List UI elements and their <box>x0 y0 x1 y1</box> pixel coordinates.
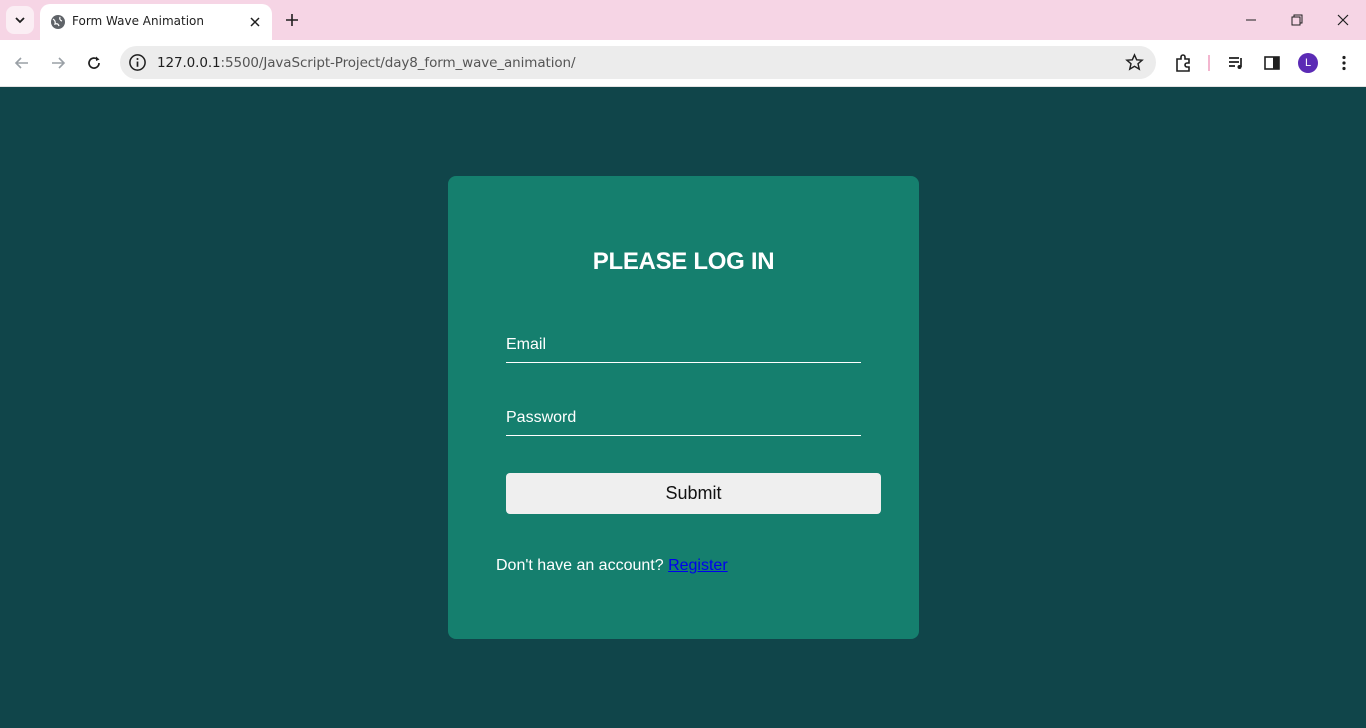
menu-button[interactable] <box>1333 52 1355 74</box>
tab-close-button[interactable] <box>246 13 264 31</box>
new-tab-button[interactable] <box>280 8 304 32</box>
arrow-right-icon <box>52 57 66 69</box>
url-text: 127.0.0.1:5500/JavaScript-Project/day8_f… <box>157 55 576 71</box>
email-input[interactable] <box>506 333 861 362</box>
login-heading: PLEASE LOG IN <box>592 248 775 275</box>
back-button[interactable] <box>9 50 35 76</box>
more-vertical-icon <box>1342 55 1346 71</box>
star-icon[interactable] <box>1125 53 1144 72</box>
puzzle-icon <box>1176 54 1190 72</box>
register-prompt-text: Don't have an account? <box>496 557 664 574</box>
reload-button[interactable] <box>81 50 107 76</box>
address-bar[interactable]: 127.0.0.1:5500/JavaScript-Project/day8_f… <box>120 46 1156 79</box>
playlist-icon <box>1229 57 1242 69</box>
side-panel-icon <box>1264 56 1280 70</box>
minimize-icon <box>1246 19 1256 21</box>
browser-toolbar: 127.0.0.1:5500/JavaScript-Project/day8_f… <box>0 40 1366 87</box>
register-link[interactable]: Register <box>668 557 728 574</box>
tab-title: Form Wave Animation <box>72 14 204 28</box>
reload-icon <box>88 56 100 69</box>
password-field[interactable]: Password <box>506 406 861 436</box>
restore-button[interactable] <box>1283 6 1311 34</box>
restore-icon <box>1291 14 1303 26</box>
browser-titlebar: Form Wave Animation <box>0 0 1366 40</box>
browser-tab[interactable]: Form Wave Animation <box>40 4 272 40</box>
submit-button[interactable]: Submit <box>506 473 881 514</box>
close-icon <box>1337 14 1349 26</box>
minimize-button[interactable] <box>1237 6 1265 34</box>
arrow-left-icon <box>14 57 28 69</box>
plus-icon <box>286 14 298 26</box>
profile-avatar[interactable]: L <box>1298 53 1318 73</box>
email-field[interactable]: Email <box>506 333 861 363</box>
login-card: PLEASE LOG IN Email Password Submit Don'… <box>448 176 919 639</box>
media-button[interactable] <box>1225 52 1247 74</box>
toolbar-separator <box>1208 55 1210 71</box>
forward-button[interactable] <box>45 50 71 76</box>
tab-search-button[interactable] <box>6 6 34 34</box>
side-panel-button[interactable] <box>1261 52 1283 74</box>
register-prompt: Don't have an account? Register <box>496 557 728 575</box>
chevron-down-icon <box>15 17 25 24</box>
close-window-button[interactable] <box>1329 6 1357 34</box>
password-input[interactable] <box>506 406 861 435</box>
close-icon <box>250 17 260 27</box>
extensions-button[interactable] <box>1172 52 1194 74</box>
info-icon[interactable] <box>128 53 147 72</box>
globe-icon <box>51 15 65 29</box>
